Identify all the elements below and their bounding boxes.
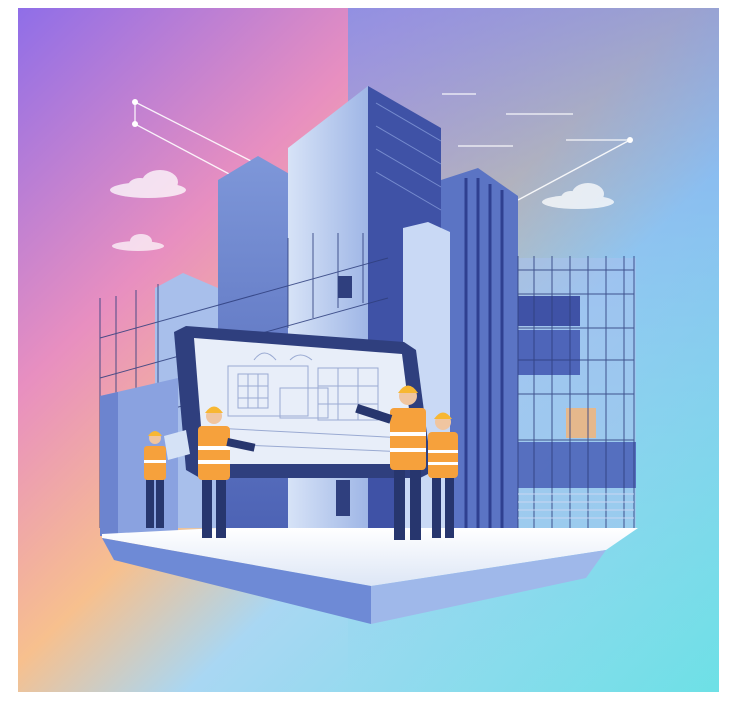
network-node-icon bbox=[132, 121, 138, 127]
scaffold-right-panel bbox=[518, 296, 580, 326]
construction-illustration bbox=[18, 8, 719, 692]
network-node-icon bbox=[132, 99, 138, 105]
scaffold-right-base bbox=[518, 442, 636, 488]
scaffold-right-panel bbox=[518, 330, 580, 375]
illustration-frame bbox=[18, 8, 719, 692]
network-node-icon bbox=[627, 137, 633, 143]
building-base-left-shade bbox=[100, 392, 118, 536]
window-dark bbox=[338, 276, 352, 298]
